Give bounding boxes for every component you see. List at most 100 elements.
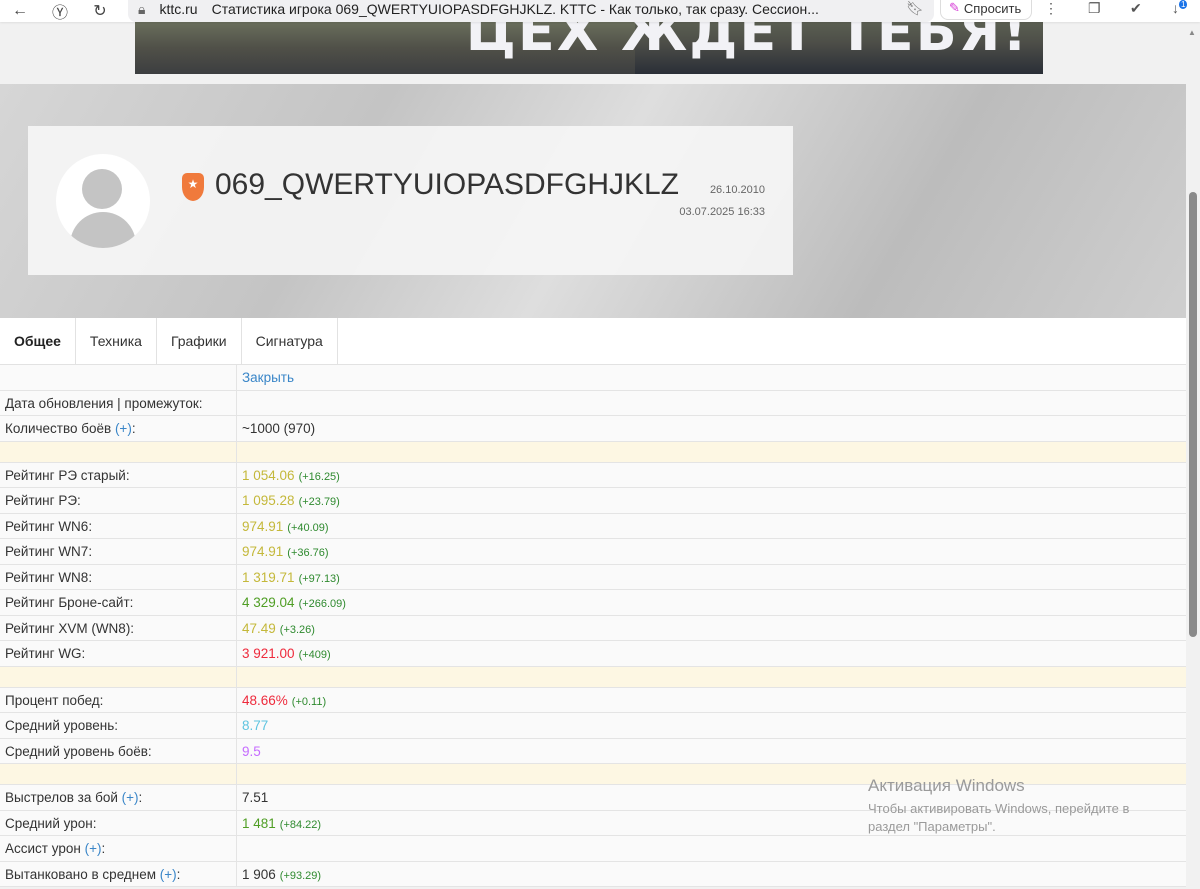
last-update-date: 03.07.2025 16:33 (679, 206, 765, 218)
tab-vehicles[interactable]: Техника (76, 318, 157, 364)
scrollbar-thumb[interactable] (1189, 192, 1197, 637)
row-label: Средний уровень боёв: (0, 738, 237, 763)
table-row: Вытанковано в среднем (+): 1 906 (+93.29) (0, 861, 1186, 887)
stat-delta: (+266.09) (298, 598, 346, 610)
tab-signature[interactable]: Сигнатура (242, 318, 338, 364)
ask-button[interactable]: ✎ Спросить (940, 0, 1032, 20)
tab-charts[interactable]: Графики (157, 318, 242, 364)
scrollbar[interactable]: ▲ (1186, 22, 1200, 873)
ad-banner[interactable]: ЦЕХ ЖДЕТ ТЕБЯ! (135, 22, 1043, 74)
label-colon: : (101, 841, 106, 856)
row-label: Средний уровень: (0, 713, 237, 738)
row-label: Средний урон: (0, 810, 237, 835)
table-row: Рейтинг РЭ старый: 1 054.06 (+16.25) (0, 462, 1186, 488)
windows-activation-watermark: Активация Windows Чтобы активировать Win… (868, 776, 1168, 836)
stat-delta: (+93.29) (279, 869, 322, 882)
tab-bar: Общее Техника Графики Сигнатура (0, 318, 1186, 365)
separator-row (0, 441, 1186, 463)
row-value-cell: 974.91 (+40.09) (237, 514, 329, 539)
collections-icon[interactable]: ❐ (1088, 0, 1101, 17)
bookmark-icon[interactable]: 🔖︎ (906, 0, 924, 17)
label-text: Количество боёв (5, 421, 112, 436)
table-row: Ассист урон (+): (0, 836, 1186, 862)
stat-delta: (+409) (298, 649, 331, 661)
address-bar[interactable]: 🔒︎ kttc.ru Статистика игрока 069_QWERTYU… (128, 0, 934, 22)
row-value-cell (237, 836, 242, 861)
row-label: Рейтинг WN8: (0, 564, 237, 589)
expand-link[interactable]: (+) (160, 867, 177, 882)
label-text: Рейтинг WN8: (5, 569, 93, 585)
row-label: Рейтинг WN6: (0, 513, 237, 538)
download-icon[interactable]: ↓ 1 (1172, 0, 1188, 16)
row-value-cell: 48.66% (+0.11) (237, 688, 326, 713)
expand-link[interactable]: (+) (85, 841, 102, 856)
row-value-cell: 4 329.04 (+266.09) (237, 590, 346, 615)
stat-value: 7.51 (242, 790, 269, 805)
label-text: Рейтинг РЭ старый: (5, 467, 130, 483)
table-row: Закрыть (0, 365, 1186, 391)
stat-value: 1 481 (242, 815, 276, 831)
profile-header: ★ 069_QWERTYUIOPASDFGHJKLZ 26.10.2010 03… (0, 84, 1186, 318)
label-colon: : (131, 421, 136, 436)
stat-value: 9.5 (242, 743, 261, 759)
row-label: Рейтинг РЭ: (0, 488, 237, 513)
reload-icon[interactable]: ↻ (80, 1, 120, 21)
table-row: Рейтинг WG: 3 921.00 (+409) (0, 641, 1186, 667)
label-text: Рейтинг WG: (5, 646, 86, 661)
row-value-cell (237, 667, 242, 687)
label-text: Рейтинг XVM (WN8): (5, 620, 135, 636)
close-link[interactable]: Закрыть (242, 370, 294, 385)
expand-link[interactable]: (+) (122, 790, 139, 805)
row-label (0, 441, 237, 462)
registration-date: 26.10.2010 (709, 184, 765, 196)
watermark-title: Активация Windows (868, 776, 1025, 795)
row-label (0, 666, 237, 687)
row-label: Рейтинг РЭ старый: (0, 462, 237, 487)
row-label: Вытанковано в среднем (+): (0, 861, 237, 886)
stat-value: 47.49 (242, 620, 276, 636)
stat-delta: (+84.22) (279, 818, 322, 831)
label-text: Средний уровень: (5, 718, 119, 733)
stat-value: 8.77 (242, 718, 269, 733)
stat-delta: (+3.26) (279, 623, 315, 636)
stat-value: 974.91 (242, 544, 284, 559)
table-row: Рейтинг WN6: 974.91 (+40.09) (0, 513, 1186, 539)
table-row: Рейтинг РЭ: 1 095.28 (+23.79) (0, 488, 1186, 514)
separator-row (0, 666, 1186, 688)
stat-delta: (+36.76) (287, 547, 329, 559)
row-value-cell: 9.5 (237, 739, 261, 764)
yandex-icon[interactable]: Ⓨ (40, 0, 80, 23)
stat-delta: (+23.79) (298, 496, 340, 508)
label-colon: : (138, 790, 143, 805)
stat-value: 1 054.06 (242, 467, 295, 483)
stat-value: 1 906 (242, 866, 276, 882)
tab-general[interactable]: Общее (0, 318, 76, 364)
row-value-cell: 1 054.06 (+16.25) (237, 463, 340, 488)
stat-value: 1 319.71 (242, 569, 295, 585)
row-label: Количество боёв (+): (0, 416, 237, 441)
row-label: Рейтинг WG: (0, 641, 237, 666)
menu-icon[interactable]: ⋮ (1044, 0, 1058, 17)
scroll-up-icon[interactable]: ▲ (1188, 28, 1196, 37)
label-text: Процент побед: (5, 692, 104, 708)
stat-value: 4 329.04 (242, 595, 295, 610)
expand-link[interactable]: (+) (115, 421, 132, 436)
browser-toolbar: ← Ⓨ ↻ 🔒︎ kttc.ru Статистика игрока 069_Q… (0, 0, 1200, 22)
lock-icon: 🔒︎ (138, 0, 146, 17)
row-label: Рейтинг Броне-сайт: (0, 590, 237, 615)
label-text: Ассист урон (5, 841, 81, 856)
label-text: Средний уровень боёв: (5, 743, 152, 759)
label-colon: : (176, 866, 181, 882)
extension-icon[interactable]: ✔ (1130, 0, 1142, 17)
row-value-cell: 1 095.28 (+23.79) (237, 488, 340, 513)
back-icon[interactable]: ← (0, 2, 40, 20)
stat-delta: (+40.09) (287, 521, 329, 534)
label-text: Средний урон: (5, 815, 97, 831)
row-value-cell: 47.49 (+3.26) (237, 616, 315, 641)
banner-text: ЦЕХ ЖДЕТ ТЕБЯ! (465, 22, 1029, 63)
row-label: Дата обновления | промежуток: (0, 390, 237, 415)
empty-cell (0, 365, 237, 390)
page-title: Статистика игрока 069_QWERTYUIOPASDFGHJK… (211, 1, 819, 17)
ai-icon: ✎ (949, 0, 960, 15)
table-row: Рейтинг WN7: 974.91 (+36.76) (0, 539, 1186, 565)
